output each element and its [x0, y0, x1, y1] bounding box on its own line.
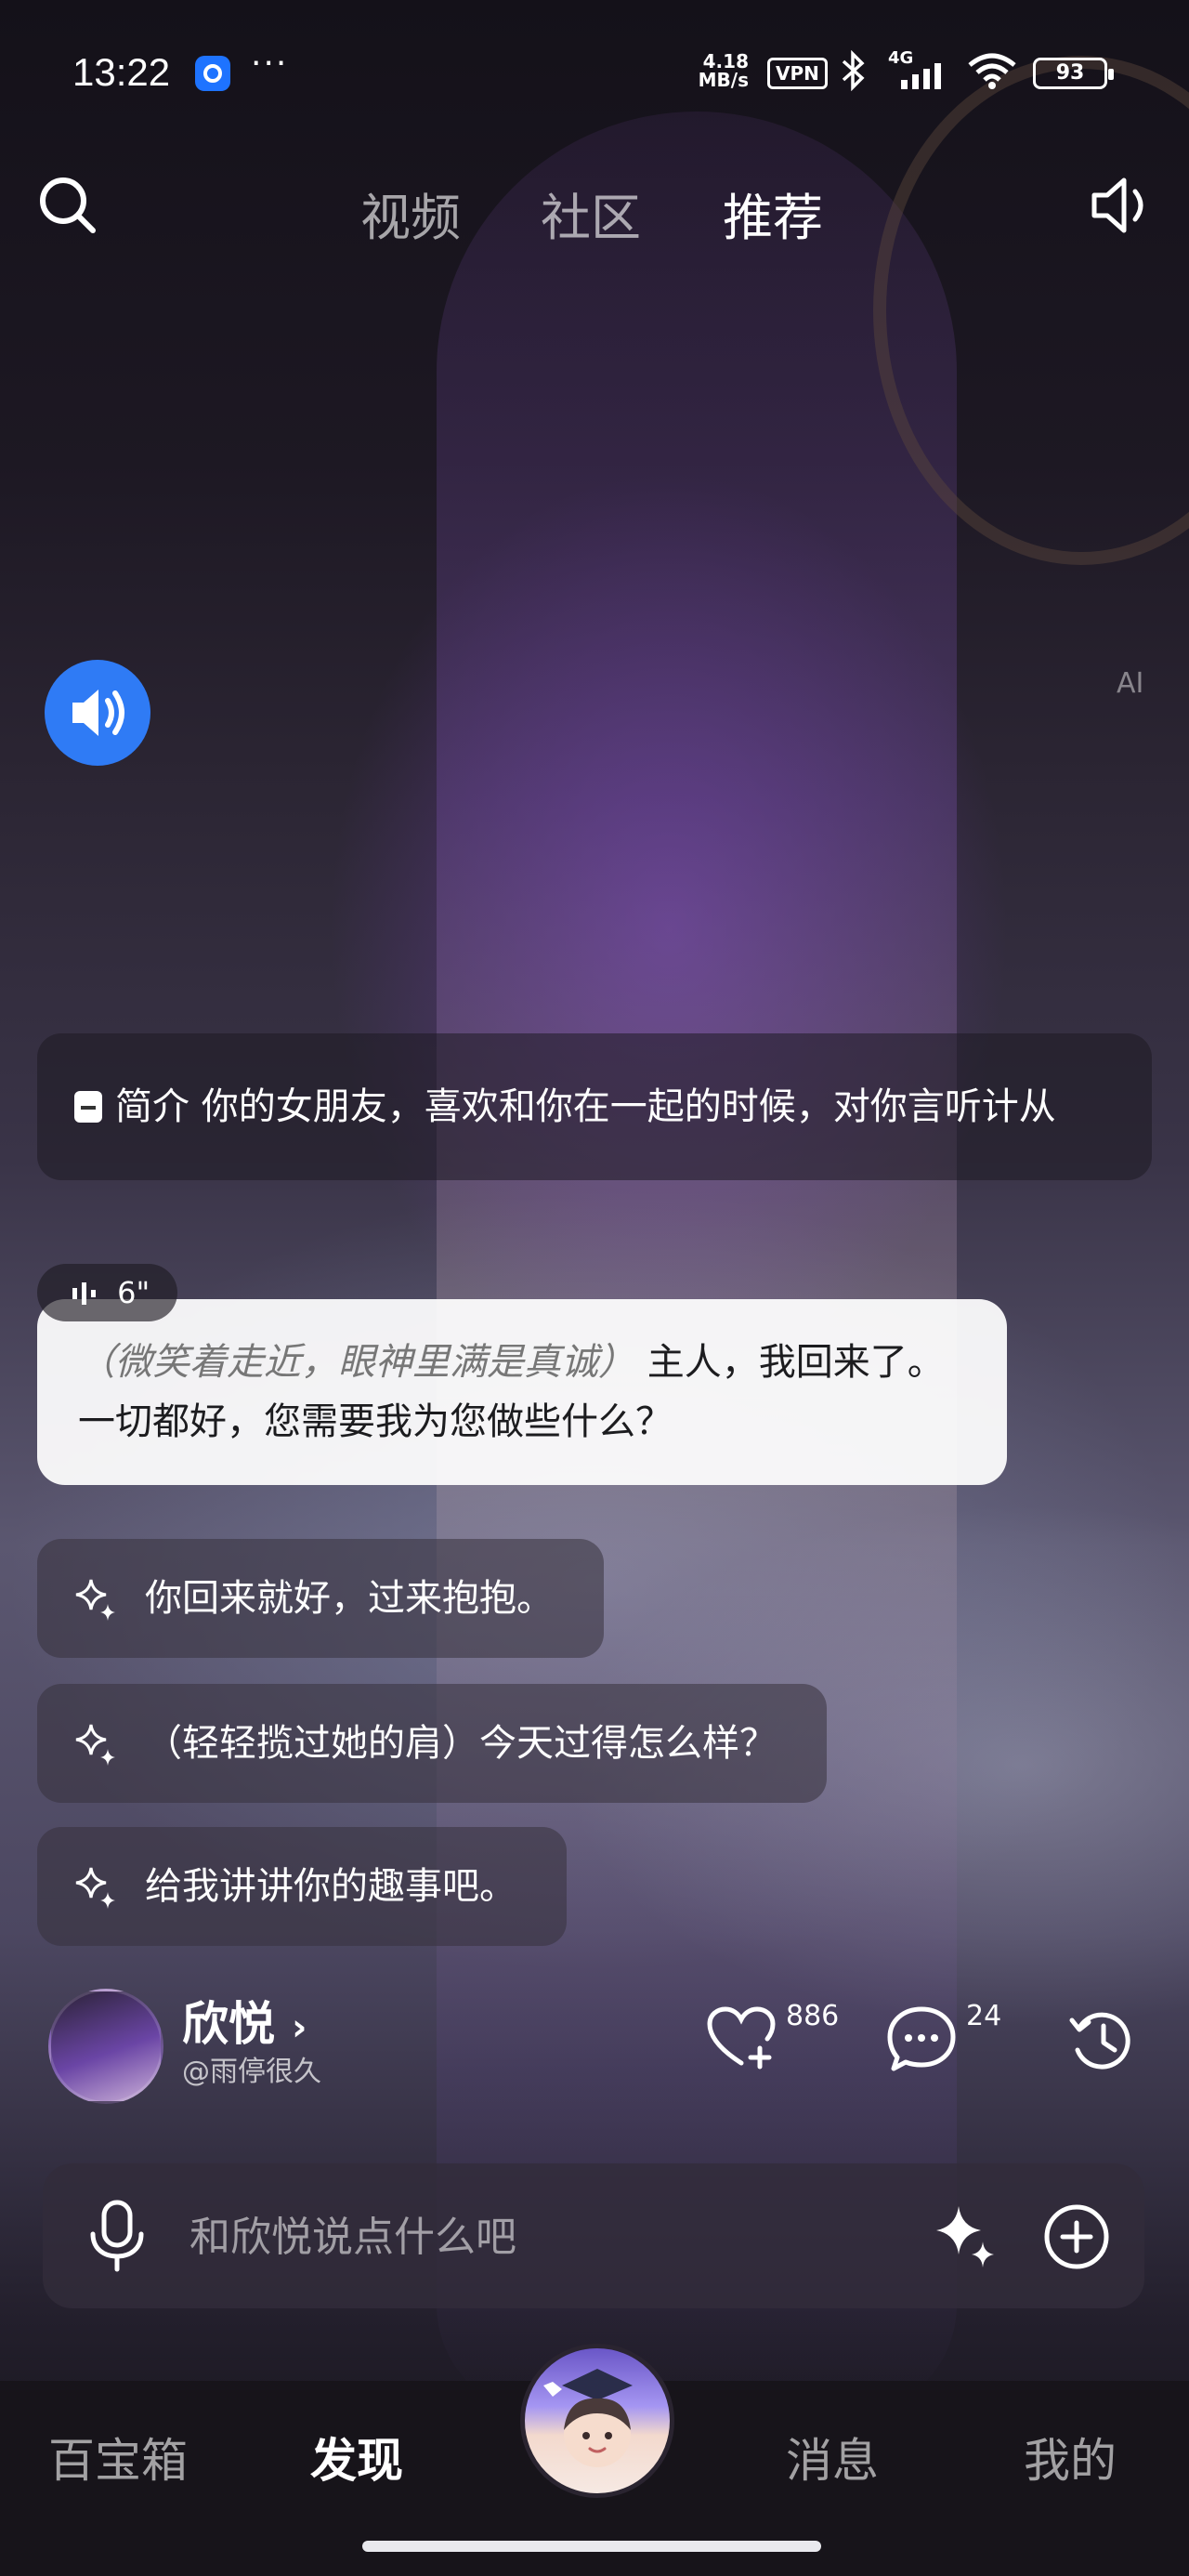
- nav-discover[interactable]: 发现: [310, 2424, 403, 2491]
- voice-play-button[interactable]: [45, 660, 150, 766]
- vpn-badge: VPN: [767, 58, 828, 89]
- suggestion-text: 你回来就好，过来抱抱。: [145, 1577, 554, 1620]
- search-icon[interactable]: [37, 175, 98, 236]
- assistant-avatar-button[interactable]: [520, 2344, 674, 2498]
- top-nav: 视频 社区 推荐: [0, 167, 1189, 246]
- intro-label: 简介: [115, 1085, 189, 1128]
- nav-treasure-box[interactable]: 百宝箱: [48, 2424, 188, 2491]
- comment-count: 24: [966, 2000, 1002, 2032]
- net-speed: 4.18 MB/s: [687, 52, 749, 89]
- like-count: 886: [786, 2000, 840, 2032]
- suggestion-chip[interactable]: 你回来就好，过来抱抱。: [37, 1539, 604, 1658]
- document-icon: [74, 1091, 102, 1123]
- ai-watermark: AI: [1117, 667, 1144, 700]
- graduate-avatar-icon: [543, 2369, 633, 2467]
- suggestion-text: （轻轻揽过她的肩）今天过得怎么样？: [145, 1722, 777, 1765]
- status-bar: 13:22 ··· 4.18 MB/s VPN 4G 93: [0, 37, 1189, 112]
- suggestion-text: 给我讲讲你的趣事吧。: [145, 1865, 516, 1908]
- speaker-icon[interactable]: [1089, 173, 1157, 238]
- tab-recommend[interactable]: 推荐: [723, 177, 823, 250]
- status-time: 13:22: [72, 50, 171, 94]
- home-indicator[interactable]: [362, 2541, 821, 2552]
- sparkle-icon[interactable]: [931, 2201, 1001, 2271]
- chat-input-bar: [43, 2163, 1144, 2308]
- audio-wave-icon: [72, 1282, 96, 1305]
- net-speed-unit: MB/s: [698, 69, 749, 91]
- net-speed-value: 4.18: [702, 50, 749, 72]
- character-illustration: [437, 112, 957, 2416]
- battery-indicator: 93: [1033, 58, 1114, 89]
- app-notification-icon: [195, 56, 230, 91]
- nav-me[interactable]: 我的: [1024, 2424, 1117, 2491]
- wifi-icon: [968, 53, 1016, 89]
- volume-icon: [72, 690, 124, 736]
- bluetooth-icon: [840, 49, 868, 99]
- signal-icon: [901, 63, 941, 89]
- voice-duration-badge[interactable]: 6": [37, 1264, 178, 1321]
- character-intro: 简介 你的女朋友，喜欢和你在一起的时候，对你言听计从: [37, 1033, 1152, 1180]
- microphone-icon[interactable]: [84, 2199, 150, 2273]
- nav-messages[interactable]: 消息: [786, 2424, 879, 2491]
- character-handle: @雨停很久: [182, 2056, 321, 2088]
- sparkle-icon: [75, 1867, 115, 1909]
- like-icon[interactable]: [706, 2005, 777, 2070]
- sparkle-icon: [75, 1579, 115, 1621]
- tab-video[interactable]: 视频: [360, 177, 461, 250]
- add-circle-icon[interactable]: [1042, 2202, 1111, 2271]
- more-notifications-icon: ···: [251, 45, 289, 83]
- character-name-text: 欣悦: [182, 1997, 275, 2051]
- voice-duration: 6": [117, 1275, 150, 1310]
- tab-community[interactable]: 社区: [541, 177, 641, 250]
- character-avatar[interactable]: [48, 1989, 163, 2104]
- character-reply-bubble: （微笑着走近，眼神里满是真诚） 主人，我回来了。一切都好，您需要我为您做些什么？: [37, 1299, 1007, 1485]
- chevron-right-icon: ›: [292, 2006, 307, 2049]
- suggestion-chip[interactable]: 给我讲讲你的趣事吧。: [37, 1827, 567, 1946]
- sparkle-icon: [75, 1724, 115, 1766]
- intro-text: 你的女朋友，喜欢和你在一起的时候，对你言听计从: [201, 1085, 1056, 1128]
- comment-icon[interactable]: [886, 2005, 957, 2072]
- history-icon[interactable]: [1068, 2007, 1137, 2074]
- bottom-nav: 百宝箱 发现 消息 我的: [0, 2344, 1189, 2576]
- chat-input[interactable]: [188, 2191, 925, 2282]
- character-name[interactable]: 欣悦 ›: [182, 1987, 307, 2054]
- reply-action: （微笑着走近，眼神里满是真诚）: [78, 1341, 635, 1384]
- suggestion-chip[interactable]: （轻轻揽过她的肩）今天过得怎么样？: [37, 1684, 827, 1803]
